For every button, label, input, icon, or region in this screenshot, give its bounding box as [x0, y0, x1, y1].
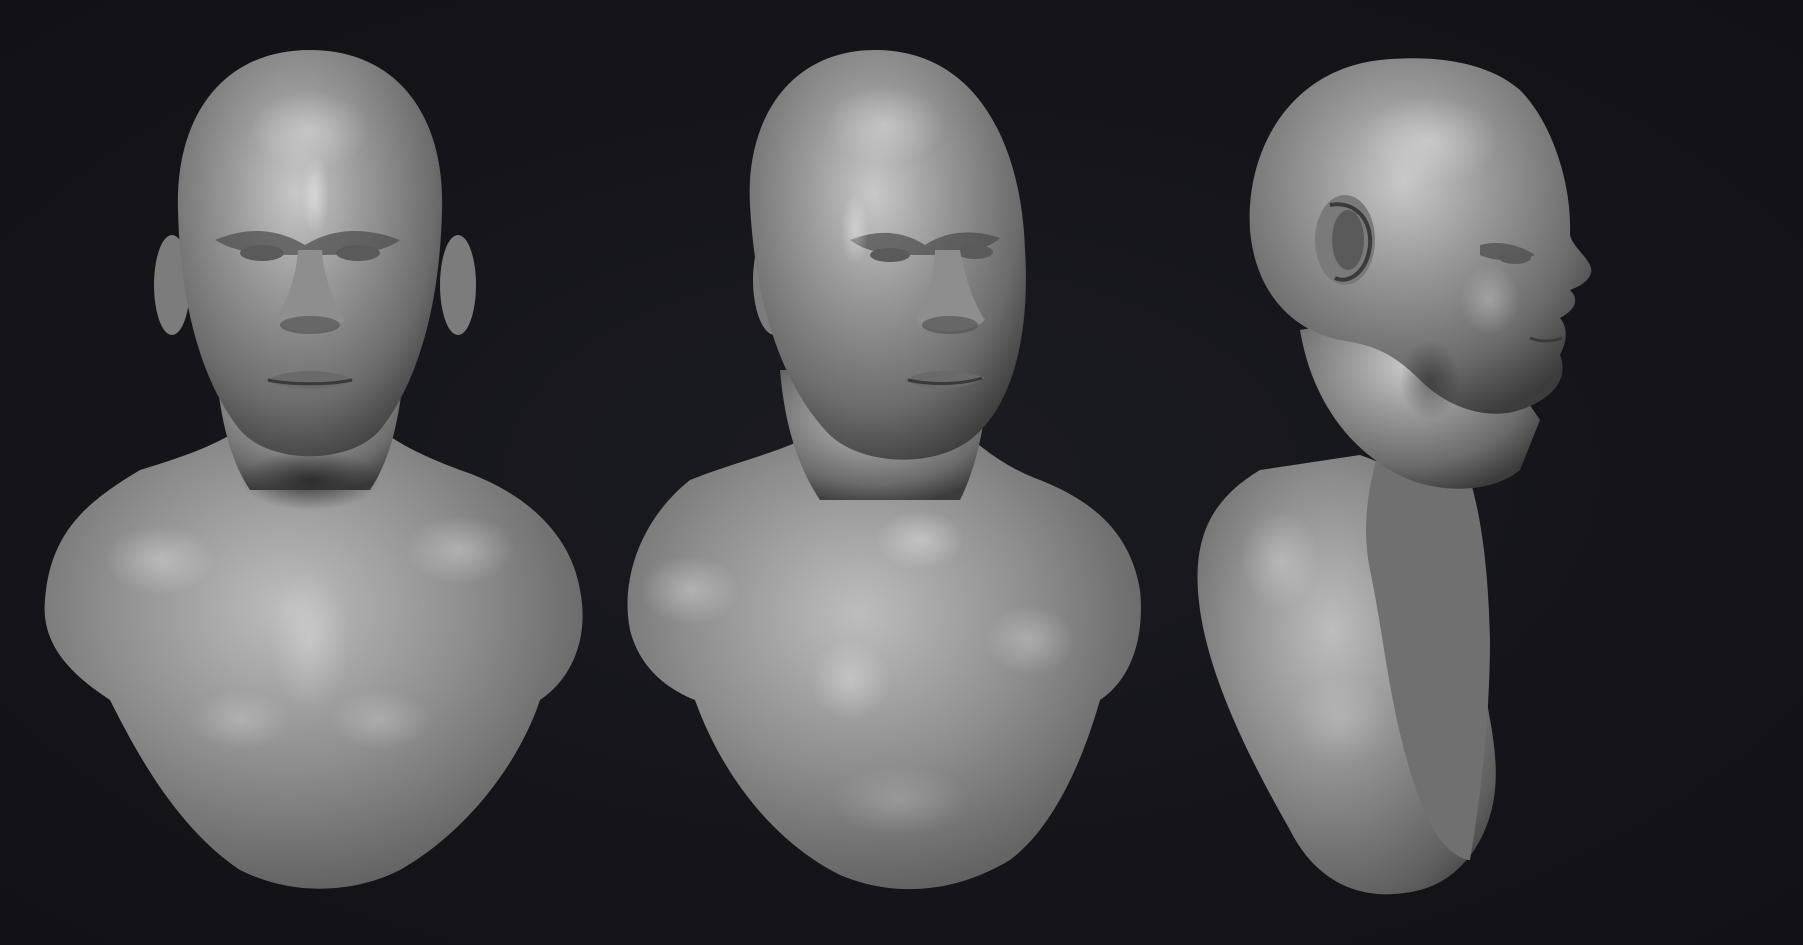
- front-view: [0, 0, 620, 945]
- three-quarter-view: [600, 0, 1160, 945]
- side-profile-view: [1190, 0, 1750, 945]
- sculpt-viewport: [0, 0, 1803, 945]
- side-profile-bust-sculpt: [1197, 58, 1592, 895]
- three-quarter-bust-sculpt: [627, 50, 1141, 890]
- front-bust-sculpt: [44, 50, 583, 889]
